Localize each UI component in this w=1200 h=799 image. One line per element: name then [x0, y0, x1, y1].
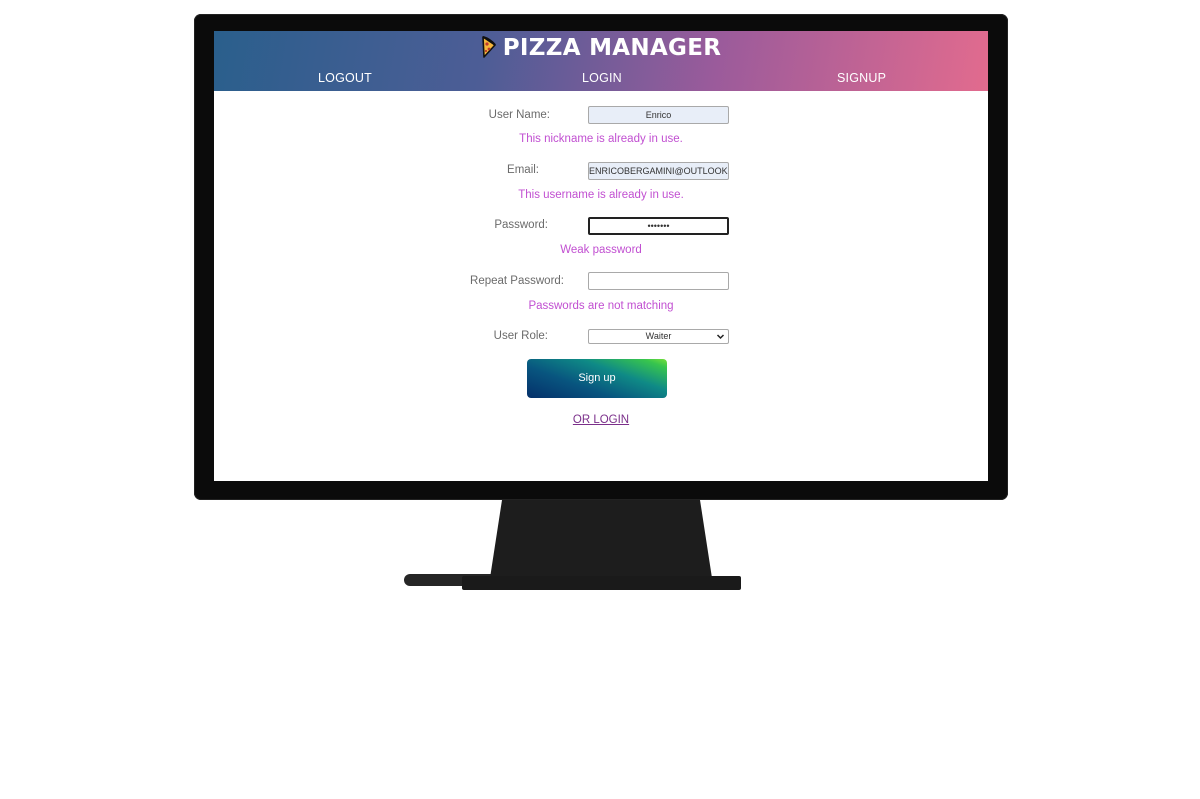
desktop-scene: PIZZA MANAGER LOGOUT LOGIN SIGNUP User N… [0, 0, 1200, 799]
nav-logout[interactable]: LOGOUT [318, 71, 372, 85]
monitor-screen: PIZZA MANAGER LOGOUT LOGIN SIGNUP User N… [214, 31, 988, 481]
signup-button[interactable]: Sign up [527, 359, 667, 398]
app-title: PIZZA MANAGER [502, 35, 722, 61]
username-error: This nickname is already in use. [519, 133, 683, 145]
password-field[interactable]: ••••••• [588, 217, 729, 235]
app-header: PIZZA MANAGER LOGOUT LOGIN SIGNUP [214, 31, 988, 91]
pizza-slice-icon [481, 35, 497, 64]
email-field[interactable]: ENRICOBERGAMINI@OUTLOOK.IT [588, 162, 729, 180]
nav-signup[interactable]: SIGNUP [837, 71, 886, 85]
chevron-down-icon [716, 330, 725, 343]
app-brand: PIZZA MANAGER [214, 35, 988, 64]
password-error: Weak password [560, 244, 642, 256]
repeat-password-error: Passwords are not matching [528, 300, 674, 312]
role-select[interactable]: Waiter [588, 329, 729, 344]
repeat-password-field[interactable] [588, 272, 729, 290]
monitor-stand-base [462, 576, 741, 590]
email-label: Email: [507, 164, 539, 176]
password-label: Password: [494, 219, 548, 231]
role-label: User Role: [493, 330, 548, 342]
repeat-password-label: Repeat Password: [470, 275, 564, 287]
monitor-stand-neck [490, 500, 712, 578]
username-field[interactable]: Enrico [588, 106, 729, 124]
role-selected-value: Waiter [645, 331, 672, 341]
nav-login[interactable]: LOGIN [582, 71, 622, 85]
or-login-link[interactable]: OR LOGIN [214, 414, 988, 426]
email-error: This username is already in use. [518, 189, 684, 201]
username-label: User Name: [488, 109, 550, 121]
